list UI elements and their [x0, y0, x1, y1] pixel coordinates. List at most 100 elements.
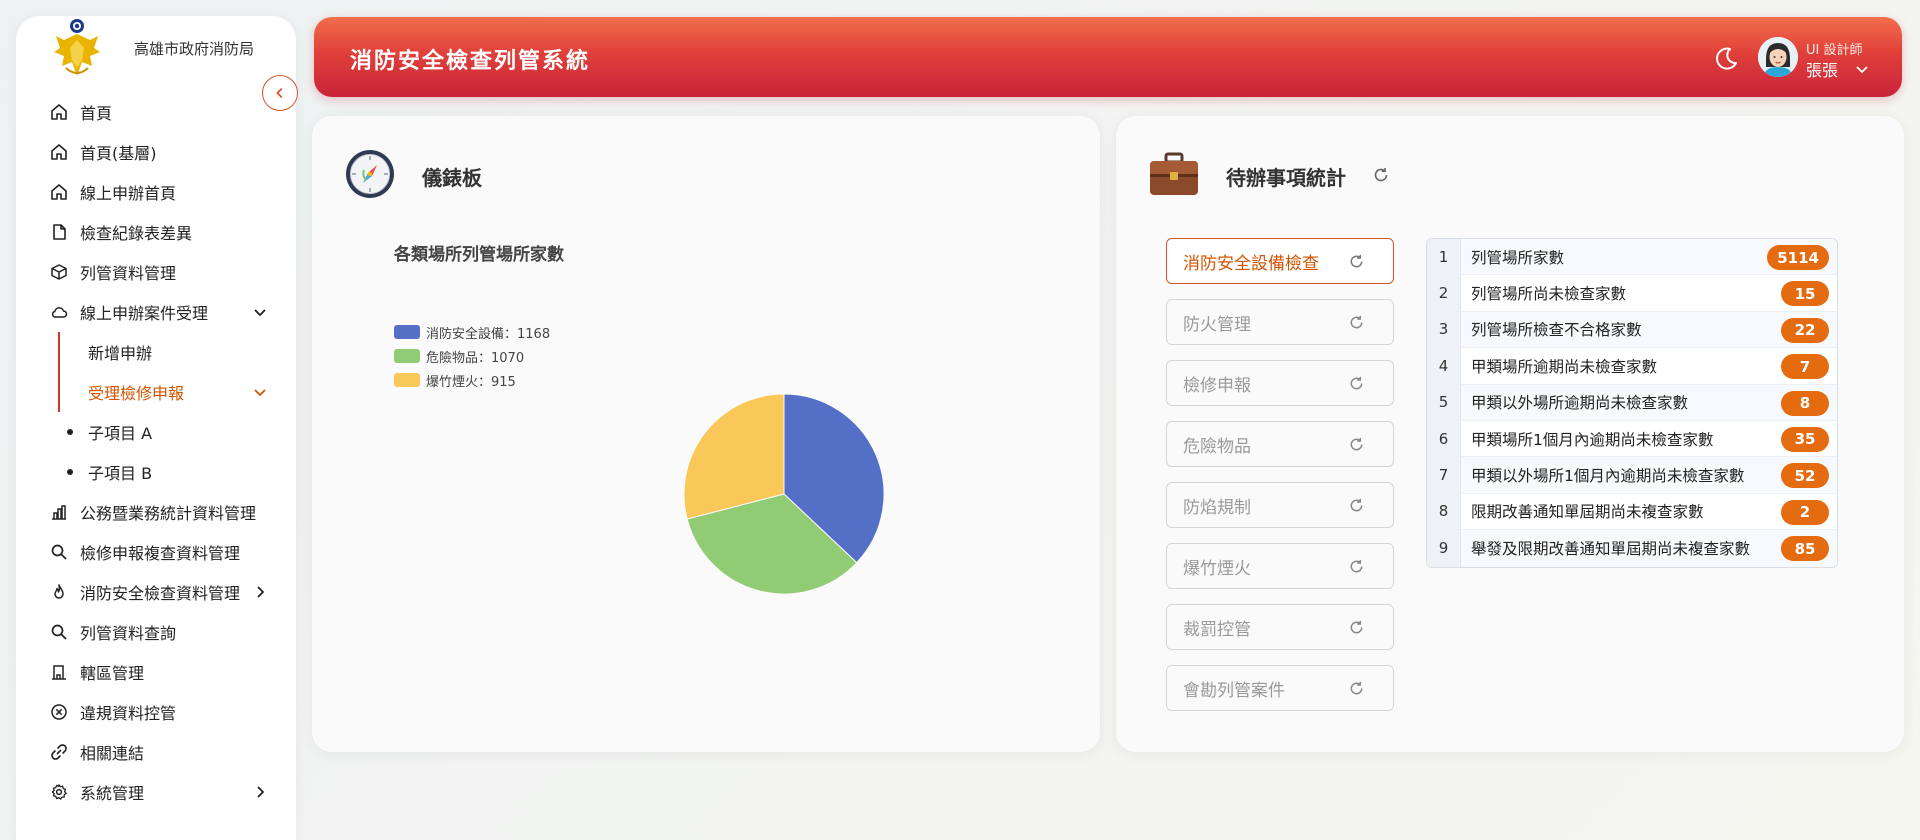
sidebar-item-label: 違規資料控管: [80, 704, 177, 723]
file-icon: [50, 223, 68, 241]
count-badge[interactable]: 7: [1781, 354, 1829, 380]
sidebar-item-home-basic[interactable]: 首頁(基層): [16, 132, 296, 172]
stats-table: 1 列管場所家數 5114 2 列管場所尚未檢查家數 15 3 列管場所檢查不合…: [1426, 238, 1838, 568]
refresh-icon[interactable]: [1348, 253, 1365, 270]
row-label: 舉發及限期改善通知單屆期尚未複查家數: [1471, 540, 1751, 559]
sidebar-item-control-data[interactable]: 列管資料管理: [16, 252, 296, 292]
dashboard-title: 儀錶板: [422, 166, 482, 190]
row-number: 4: [1427, 348, 1461, 384]
sidebar-subitem-new-application[interactable]: 新增申辦: [16, 332, 296, 372]
table-row[interactable]: 9 舉發及限期改善通知單屆期尚未複查家數 85: [1427, 530, 1837, 567]
row-number: 3: [1427, 311, 1461, 348]
refresh-icon[interactable]: [1348, 314, 1365, 331]
sidebar-item-online-home[interactable]: 線上申辦首頁: [16, 172, 296, 212]
legend-label: 爆竹煙火：915: [426, 374, 516, 390]
count-badge[interactable]: 2: [1781, 499, 1829, 525]
legend-item[interactable]: 危險物品：1070: [394, 344, 550, 368]
chevron-right-icon[interactable]: [252, 584, 268, 600]
category-button-hazardous-materials[interactable]: 危險物品: [1166, 421, 1394, 467]
count-badge[interactable]: 35: [1781, 426, 1829, 452]
row-label: 甲類以外場所逾期尚未檢查家數: [1471, 394, 1689, 413]
refresh-icon[interactable]: [1348, 680, 1365, 697]
chevron-left-icon: [276, 88, 283, 98]
refresh-icon[interactable]: [1348, 375, 1365, 392]
table-row[interactable]: 1 列管場所家數 5114: [1427, 239, 1837, 276]
chart-legend: 消防安全設備：1168 危險物品：1070 爆竹煙火：915: [394, 320, 550, 392]
sidebar-item-online-cases[interactable]: 線上申辦案件受理: [16, 292, 296, 332]
avatar[interactable]: [1758, 37, 1798, 77]
row-label: 甲類以外場所1個月內逾期尚未檢查家數: [1471, 467, 1745, 486]
sidebar-subitem-a[interactable]: 子項目 A: [16, 412, 296, 452]
category-button-fireworks[interactable]: 爆竹煙火: [1166, 543, 1394, 589]
table-row[interactable]: 3 列管場所檢查不合格家數 22: [1427, 311, 1837, 349]
dark-mode-toggle-icon[interactable]: [1712, 45, 1740, 73]
sidebar-item-links[interactable]: 相關連結: [16, 732, 296, 772]
category-label: 裁罰控管: [1183, 619, 1251, 640]
category-label: 會勘列管案件: [1183, 680, 1285, 701]
sidebar-item-label: 系統管理: [80, 784, 145, 803]
home-icon: [50, 183, 68, 201]
legend-item[interactable]: 爆竹煙火：915: [394, 368, 550, 392]
table-row[interactable]: 2 列管場所尚未檢查家數 15: [1427, 275, 1837, 312]
sidebar-item-recheck[interactable]: 檢修申報複查資料管理: [16, 532, 296, 572]
count-badge[interactable]: 22: [1781, 317, 1829, 343]
legend-swatch: [394, 325, 420, 339]
sidebar-item-label: 列管資料查詢: [80, 624, 177, 643]
category-button-fire-equipment[interactable]: 消防安全設備檢查: [1166, 238, 1394, 284]
category-button-site-survey[interactable]: 會勘列管案件: [1166, 665, 1394, 711]
table-row[interactable]: 7 甲類以外場所1個月內逾期尚未檢查家數 52: [1427, 457, 1837, 494]
sidebar-item-label: 線上申辦首頁: [80, 184, 177, 203]
chevron-down-icon[interactable]: [1854, 61, 1870, 77]
table-row[interactable]: 6 甲類場所1個月內逾期尚未檢查家數 35: [1427, 420, 1837, 458]
sidebar-item-label: 子項目 A: [88, 424, 153, 443]
sidebar-item-label: 子項目 B: [88, 464, 153, 483]
sidebar-collapse-button[interactable]: [262, 75, 298, 111]
sidebar-item-query[interactable]: 列管資料查詢: [16, 612, 296, 652]
category-button-penalty-control[interactable]: 裁罰控管: [1166, 604, 1394, 650]
legend-label: 危險物品：1070: [426, 350, 525, 366]
chevron-right-icon[interactable]: [252, 784, 268, 800]
chevron-down-icon[interactable]: [252, 384, 268, 400]
category-button-fire-management[interactable]: 防火管理: [1166, 299, 1394, 345]
sidebar-item-home[interactable]: 首頁: [16, 92, 296, 132]
box-icon: [50, 263, 68, 281]
refresh-icon[interactable]: [1348, 497, 1365, 514]
row-label: 甲類場所1個月內逾期尚未檢查家數: [1471, 430, 1714, 449]
sidebar-item-label: 受理檢修申報: [88, 384, 185, 403]
search-icon: [50, 543, 68, 561]
table-row[interactable]: 5 甲類以外場所逾期尚未檢查家數 8: [1427, 384, 1837, 421]
refresh-icon[interactable]: [1348, 558, 1365, 575]
row-label: 列管場所尚未檢查家數: [1471, 285, 1627, 304]
sidebar-item-fire-inspection[interactable]: 消防安全檢查資料管理: [16, 572, 296, 612]
sidebar-item-violations[interactable]: 違規資料控管: [16, 692, 296, 732]
category-button-flame-retardant[interactable]: 防焰規制: [1166, 482, 1394, 528]
sidebar-item-district[interactable]: 轄區管理: [16, 652, 296, 692]
count-badge[interactable]: 85: [1781, 536, 1829, 562]
sidebar-subitem-accept-inspection[interactable]: 受理檢修申報: [16, 372, 296, 412]
row-number: 5: [1427, 384, 1461, 420]
briefcase-icon: [1150, 152, 1198, 195]
legend-label: 消防安全設備：1168: [426, 326, 551, 342]
user-role: UI 設計師: [1806, 43, 1863, 58]
row-label: 列管場所檢查不合格家數: [1471, 321, 1642, 340]
user-name[interactable]: 張張: [1806, 57, 1838, 81]
table-row[interactable]: 8 限期改善通知單屆期尚未複查家數 2: [1427, 493, 1837, 531]
sidebar-subitem-b[interactable]: 子項目 B: [16, 452, 296, 492]
building-icon: [50, 663, 68, 681]
count-badge[interactable]: 15: [1781, 281, 1829, 307]
count-badge[interactable]: 52: [1781, 463, 1829, 489]
legend-item[interactable]: 消防安全設備：1168: [394, 320, 550, 344]
sidebar-item-record-diff[interactable]: 檢查紀錄表差異: [16, 212, 296, 252]
table-row[interactable]: 4 甲類場所逾期尚未檢查家數 7: [1427, 348, 1837, 385]
todo-card: 待辦事項統計 消防安全設備檢查 防火管理 檢修申報 危險物品 防焰規制 爆竹煙火…: [1116, 116, 1904, 752]
refresh-icon[interactable]: [1348, 619, 1365, 636]
category-button-maintenance-report[interactable]: 檢修申報: [1166, 360, 1394, 406]
flame-icon: [50, 583, 68, 601]
refresh-icon[interactable]: [1372, 166, 1390, 184]
sidebar-item-system[interactable]: 系統管理: [16, 772, 296, 812]
count-badge[interactable]: 8: [1781, 390, 1829, 416]
chevron-down-icon[interactable]: [252, 304, 268, 320]
count-badge[interactable]: 5114: [1767, 245, 1829, 270]
sidebar-item-statistics[interactable]: 公務暨業務統計資料管理: [16, 492, 296, 532]
refresh-icon[interactable]: [1348, 436, 1365, 453]
